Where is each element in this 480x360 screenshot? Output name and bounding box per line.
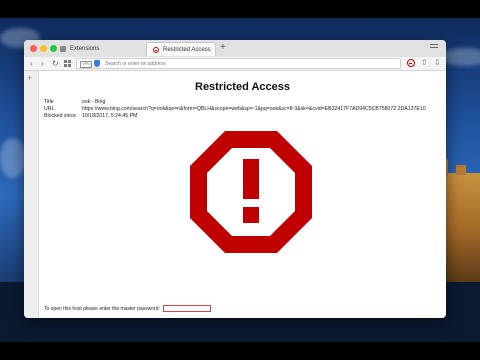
puzzle-icon (60, 46, 66, 52)
master-password-input[interactable] (162, 305, 211, 312)
letterbox-top (0, 0, 480, 18)
tab-restricted-access[interactable]: Restricted Access (146, 42, 216, 56)
sidebar: + (24, 71, 39, 318)
tab-bar: Extensions Restricted Access + (24, 40, 446, 58)
close-window-button[interactable] (30, 45, 37, 52)
cloud (0, 138, 26, 178)
block-icon (153, 46, 159, 53)
info-label: URL (44, 106, 55, 112)
info-row-blocked-since: Blocked since 10/18/2017, 5:24:45 PM (44, 113, 426, 120)
info-label: Blocked since (44, 113, 77, 119)
info-row-title: Title ook - Bing (44, 99, 426, 106)
letterbox-bottom (0, 342, 480, 360)
browser-window: Extensions Restricted Access + ‹ › ↻ VPN… (24, 40, 446, 318)
exclamation-octagon-icon (190, 131, 312, 253)
tab-extensions[interactable]: Extensions (54, 42, 144, 56)
navigation-bar: ‹ › ↻ VPN ⇧ ⇩ (24, 57, 446, 71)
forward-button[interactable]: › (41, 57, 44, 70)
info-value: ook - Bing (82, 99, 106, 105)
new-tab-button[interactable]: + (220, 43, 226, 53)
address-input[interactable] (105, 59, 385, 68)
vpn-icon[interactable]: VPN (80, 61, 92, 68)
cloud (440, 48, 480, 66)
restricted-access-page: Restricted Access Title ook - Bing URL h… (39, 71, 446, 318)
password-row: To open this host please enter the maste… (44, 305, 211, 312)
info-label: Title (44, 99, 54, 105)
info-value: 10/18/2017, 5:24:45 PM (82, 113, 138, 119)
speed-dial-icon[interactable] (64, 60, 71, 67)
shield-icon[interactable] (94, 60, 100, 67)
tab-list-icon[interactable] (430, 44, 438, 50)
download-icon[interactable]: ⇩ (434, 58, 441, 68)
info-row-url: URL https://www.bing.com/search?q=ook&qs… (44, 106, 426, 113)
reload-button[interactable]: ↻ (52, 57, 59, 70)
tab-label: Restricted Access (163, 46, 211, 53)
tab-label: Extensions (70, 46, 100, 52)
block-icon[interactable] (407, 59, 415, 67)
page-title: Restricted Access (195, 81, 290, 93)
minimize-window-button[interactable] (40, 45, 47, 52)
share-icon[interactable]: ⇧ (421, 58, 428, 68)
info-value: https://www.bing.com/search?q=ook&qs=n&f… (82, 106, 426, 112)
password-prompt: To open this host please enter the maste… (44, 305, 160, 312)
blocked-info: Title ook - Bing URL https://www.bing.co… (44, 99, 426, 120)
back-button[interactable]: ‹ (30, 57, 33, 70)
address-bar[interactable]: VPN (76, 58, 401, 69)
add-panel-button[interactable]: + (27, 74, 32, 83)
